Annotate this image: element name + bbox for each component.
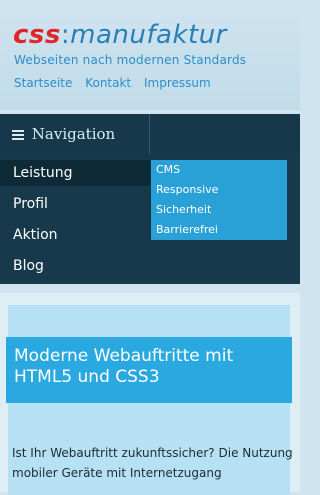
menu-item-aktion[interactable]: Aktion xyxy=(0,222,150,248)
site-logo[interactable]: css:manufaktur xyxy=(13,20,227,50)
link-kontakt[interactable]: Kontakt xyxy=(85,76,131,90)
submenu-item-responsive[interactable]: Responsive xyxy=(151,180,287,200)
link-startseite[interactable]: Startseite xyxy=(14,76,72,90)
site-header: css:manufaktur Webseiten nach modernen S… xyxy=(0,0,300,110)
menu-item-leistung[interactable]: Leistung xyxy=(0,160,150,186)
site-tagline: Webseiten nach modernen Standards xyxy=(14,53,247,67)
menu-item-profil[interactable]: Profil xyxy=(0,191,150,217)
navigation-bar: Navigation xyxy=(0,114,300,154)
submenu-item-cms[interactable]: CMS xyxy=(151,160,287,180)
content-headline: Moderne Webauftritte mit HTML5 und CSS3 xyxy=(6,337,292,403)
navigation-toggle-label: Navigation xyxy=(31,125,116,143)
content-paragraph: Ist Ihr Webauftritt zukunftssicher? Die … xyxy=(12,446,293,480)
top-links: Startseite Kontakt Impressum xyxy=(14,76,220,90)
submenu-leistung: CMS Responsive Sicherheit Barrierefrei xyxy=(151,160,287,240)
menu-item-blog[interactable]: Blog xyxy=(0,253,150,279)
submenu-item-barrierefrei[interactable]: Barrierefrei xyxy=(151,220,287,240)
link-impressum[interactable]: Impressum xyxy=(144,76,211,90)
navigation-toggle-button[interactable]: Navigation xyxy=(0,114,150,154)
submenu-item-sicherheit[interactable]: Sicherheit xyxy=(151,200,287,220)
hamburger-icon xyxy=(12,128,24,142)
